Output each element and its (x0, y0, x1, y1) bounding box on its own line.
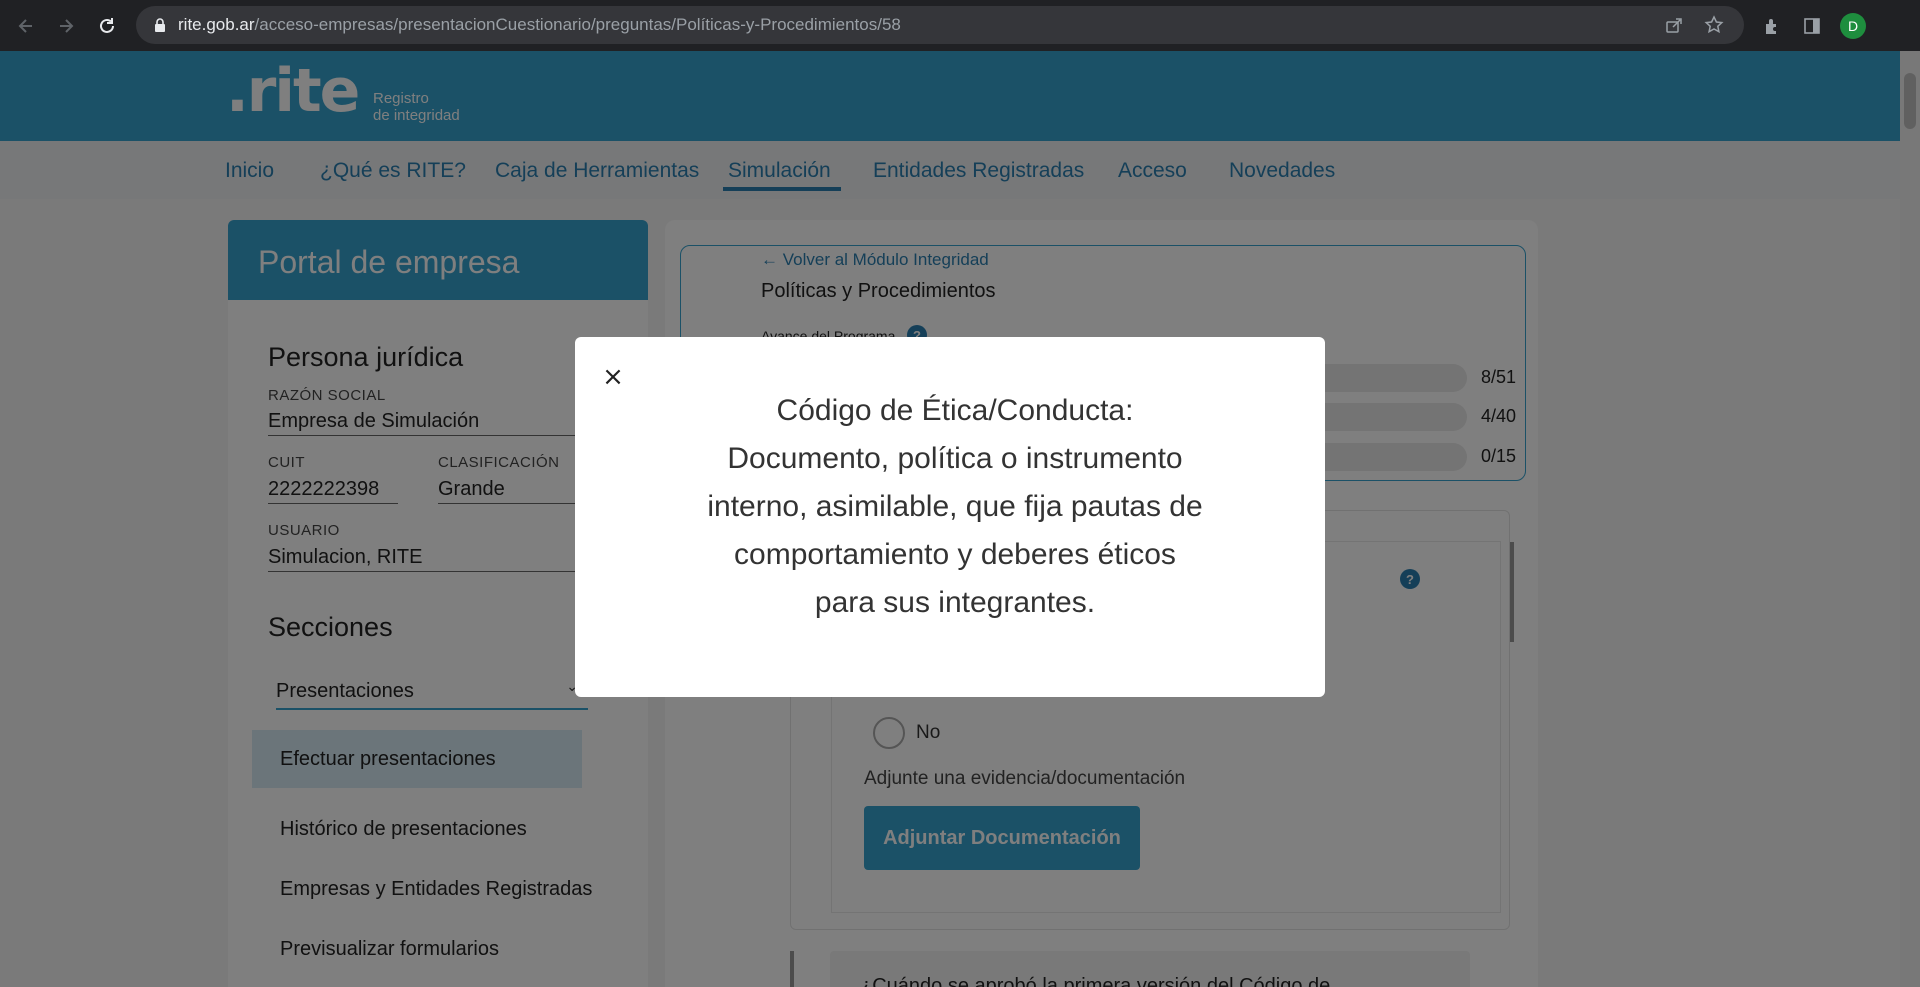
profile-avatar[interactable]: D (1840, 13, 1866, 39)
close-icon[interactable]: × (599, 362, 627, 392)
star-icon[interactable] (1704, 15, 1724, 39)
url-text: rite.gob.ar/acceso-empresas/presentacion… (178, 15, 901, 34)
extensions-icon[interactable] (1758, 12, 1786, 40)
lock-icon (154, 17, 166, 36)
definition-modal: × Código de Ética/Conducta: Documento, p… (575, 337, 1325, 697)
share-icon[interactable] (1664, 15, 1684, 39)
address-bar[interactable]: rite.gob.ar/acceso-empresas/presentacion… (136, 6, 1744, 44)
modal-line-4: comportamiento y deberes éticos (734, 538, 1176, 571)
browser-toolbar: rite.gob.ar/acceso-empresas/presentacion… (0, 0, 1920, 51)
modal-line-1: Código de Ética/Conducta: (776, 394, 1134, 427)
modal-text: Código de Ética/Conducta: Documento, pol… (675, 387, 1235, 627)
forward-icon[interactable] (52, 12, 80, 40)
reload-icon[interactable] (93, 12, 121, 40)
back-icon[interactable] (12, 12, 40, 40)
modal-line-3: interno, asimilable, que fija pautas de (707, 490, 1203, 523)
side-panel-icon[interactable] (1798, 12, 1826, 40)
modal-line-2: Documento, política o instrumento (727, 442, 1183, 475)
modal-line-5: para sus integrantes. (814, 586, 1096, 619)
